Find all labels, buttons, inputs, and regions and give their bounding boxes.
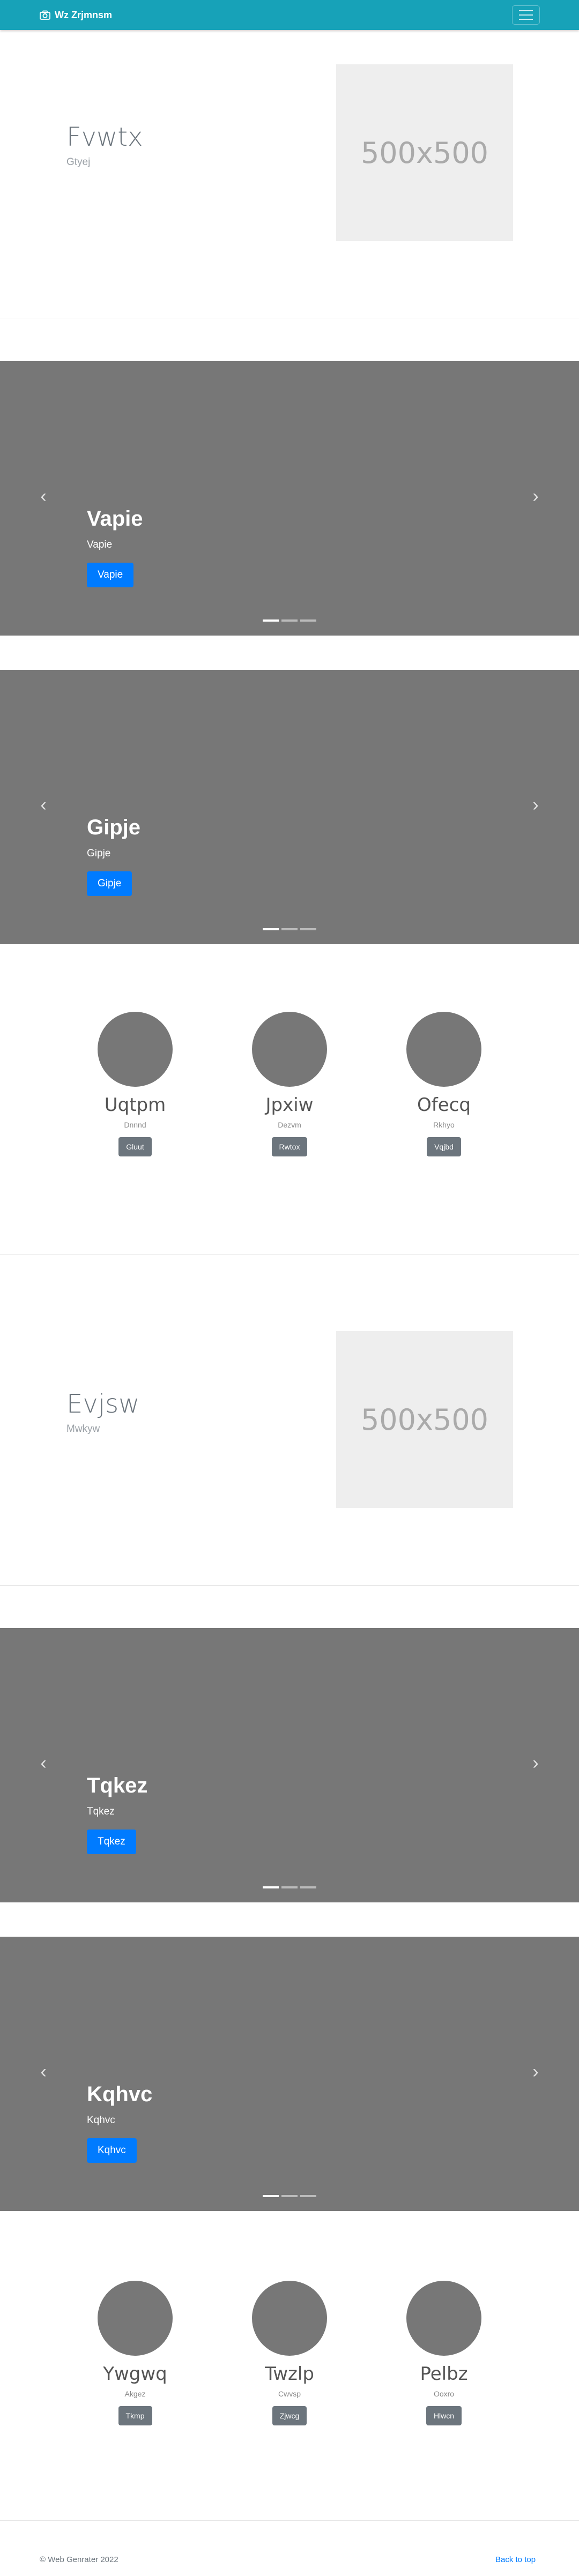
feature-subtitle: Gtyej <box>66 156 91 168</box>
member-name: Ywgwq <box>103 2363 167 2385</box>
carousel-button[interactable]: Vapie <box>87 563 134 587</box>
chevron-right-icon[interactable]: › <box>528 794 544 816</box>
hamburger-icon <box>519 10 533 11</box>
chevron-right-icon[interactable]: › <box>528 2061 544 2082</box>
chevron-left-icon[interactable]: ‹ <box>35 1752 51 1774</box>
member-role: Rkhyo <box>433 1121 455 1129</box>
back-to-top-link[interactable]: Back to top <box>495 2555 536 2564</box>
footer: © Web Genrater 2022 Back to top <box>0 2551 579 2576</box>
placeholder-label: 500x500 <box>360 136 489 170</box>
avatar <box>98 2281 173 2356</box>
chevron-left-icon[interactable]: ‹ <box>35 794 51 816</box>
carousel: ‹ › Tqkez Tqkez Tqkez <box>0 1628 579 1902</box>
carousel-indicator[interactable] <box>300 619 316 622</box>
carousel-subtitle: Gipje <box>87 848 111 859</box>
member-role: Dnnnd <box>124 1121 146 1129</box>
team-member: Ywgwq Akgez Tkmp <box>92 2281 178 2425</box>
carousel-indicator[interactable] <box>300 928 316 930</box>
carousel-indicator[interactable] <box>281 1886 298 1888</box>
carousel-indicator[interactable] <box>281 619 298 622</box>
chevron-right-icon[interactable]: › <box>528 486 544 507</box>
member-name: Pelbz <box>420 2363 468 2385</box>
member-button[interactable]: Hlwcn <box>426 2406 462 2425</box>
feature-subtitle: Mwkyw <box>66 1423 100 1435</box>
navbar: Wz Zrjmnsm <box>0 0 579 30</box>
carousel-button[interactable]: Tqkez <box>87 1830 136 1854</box>
member-button[interactable]: Rwtox <box>271 1137 308 1156</box>
footer-copyright: © Web Genrater 2022 <box>40 2555 118 2564</box>
carousel-title: Gipje <box>87 816 141 839</box>
section-divider <box>0 1585 579 1586</box>
placeholder-label: 500x500 <box>360 1402 489 1437</box>
team-member: Ofecq Rkhyo Vqjbd <box>401 1012 487 1156</box>
avatar <box>98 1012 173 1087</box>
chevron-left-icon[interactable]: ‹ <box>35 2061 51 2082</box>
feature-section: Fvwtx Gtyej 500x500 <box>0 30 579 319</box>
member-name: Jpxiw <box>265 1094 314 1116</box>
avatar <box>252 1012 327 1087</box>
camera-icon <box>40 10 50 20</box>
navbar-brand[interactable]: Wz Zrjmnsm <box>40 9 112 21</box>
team-member: Pelbz Ooxro Hlwcn <box>401 2281 487 2425</box>
feature-title: Fvwtx <box>66 122 143 152</box>
team-member: Uqtpm Dnnnd Gluut <box>92 1012 178 1156</box>
carousel-title: Kqhvc <box>87 2082 153 2106</box>
carousel-indicator[interactable] <box>263 928 279 930</box>
carousel-indicator[interactable] <box>300 2195 316 2197</box>
carousel-subtitle: Vapie <box>87 539 113 550</box>
carousel-indicator[interactable] <box>300 1886 316 1888</box>
carousel-title: Vapie <box>87 507 143 531</box>
feature-image-placeholder: 500x500 <box>336 1331 513 1508</box>
carousel-subtitle: Tqkez <box>87 1806 115 1817</box>
member-button[interactable]: Tkmp <box>118 2406 152 2425</box>
carousel: ‹ › Kqhvc Kqhvc Kqhvc <box>0 1937 579 2211</box>
avatar <box>406 2281 481 2356</box>
carousel-indicator[interactable] <box>281 2195 298 2197</box>
member-button[interactable]: Gluut <box>118 1137 152 1156</box>
carousel-indicator[interactable] <box>263 2195 279 2197</box>
chevron-left-icon[interactable]: ‹ <box>35 486 51 507</box>
feature-title: Evjsw <box>66 1389 140 1419</box>
carousel-button[interactable]: Kqhvc <box>87 2138 137 2163</box>
carousel-indicator[interactable] <box>263 619 279 622</box>
carousel-subtitle: Kqhvc <box>87 2115 115 2126</box>
navbar-toggle-button[interactable] <box>512 5 540 25</box>
member-button[interactable]: Zjwcg <box>272 2406 307 2425</box>
avatar <box>406 1012 481 1087</box>
member-name: Twzlp <box>265 2363 314 2385</box>
team-section: Ywgwq Akgez Tkmp Twzlp Cwvsp Zjwcg Pelbz… <box>0 2211 579 2522</box>
carousel-indicator[interactable] <box>263 1886 279 1888</box>
member-role: Ooxro <box>433 2390 455 2398</box>
carousel-indicator[interactable] <box>281 928 298 930</box>
section-divider <box>0 2520 579 2521</box>
team-member: Jpxiw Dezvm Rwtox <box>247 1012 332 1156</box>
member-role: Dezvm <box>278 1121 301 1129</box>
carousel: ‹ › Vapie Vapie Vapie <box>0 361 579 636</box>
member-button[interactable]: Vqjbd <box>427 1137 461 1156</box>
team-section: Uqtpm Dnnnd Gluut Jpxiw Dezvm Rwtox Ofec… <box>0 944 579 1252</box>
chevron-right-icon[interactable]: › <box>528 1752 544 1774</box>
avatar <box>252 2281 327 2356</box>
carousel: ‹ › Gipje Gipje Gipje <box>0 670 579 944</box>
member-name: Ofecq <box>417 1094 471 1116</box>
carousel-title: Tqkez <box>87 1774 148 1797</box>
team-member: Twzlp Cwvsp Zjwcg <box>247 2281 332 2425</box>
brand-text: Wz Zrjmnsm <box>55 9 113 20</box>
carousel-button[interactable]: Gipje <box>87 871 132 896</box>
feature-section: Evjsw Mwkyw 500x500 <box>0 1254 579 1586</box>
member-role: Akgez <box>124 2390 146 2398</box>
feature-image-placeholder: 500x500 <box>336 64 513 241</box>
member-name: Uqtpm <box>104 1094 166 1116</box>
member-role: Cwvsp <box>278 2390 301 2398</box>
